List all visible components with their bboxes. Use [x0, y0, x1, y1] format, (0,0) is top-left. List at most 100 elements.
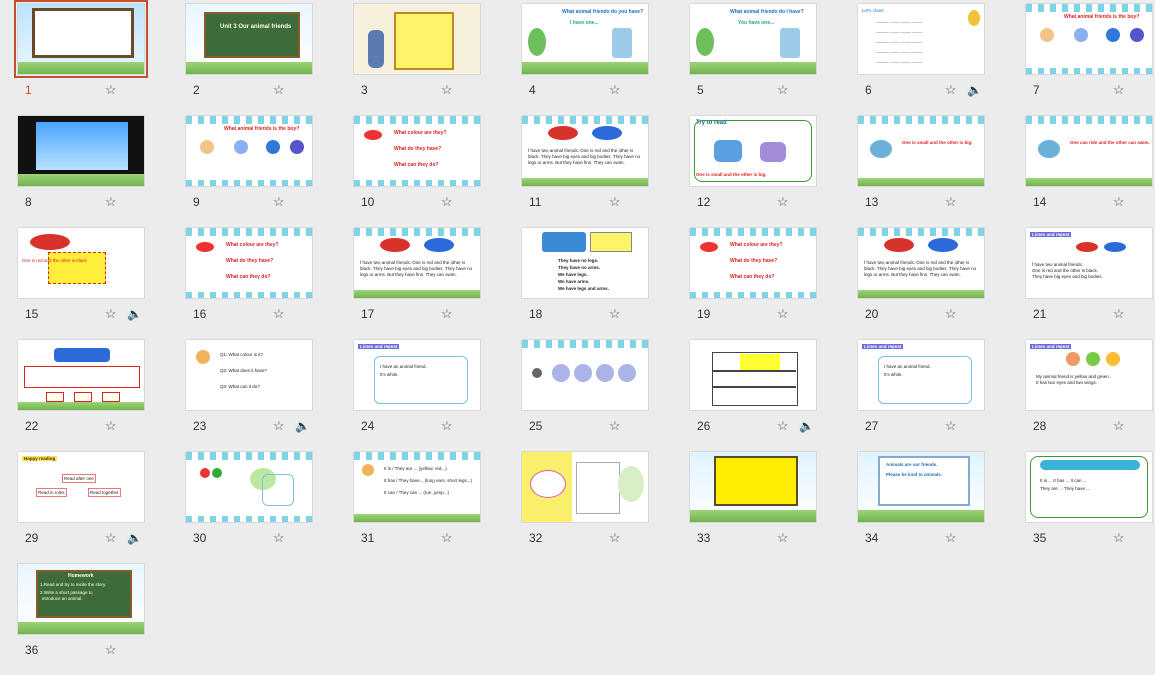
- star-icon[interactable]: ☆: [1113, 83, 1125, 97]
- slide-preview[interactable]: Animals are our friends. Please be kind t…: [857, 451, 985, 523]
- slide-thumbnail-28[interactable]: Listen and repeat My animal friend is yel…: [1025, 339, 1153, 451]
- star-icon[interactable]: ☆: [777, 195, 789, 209]
- slide-thumbnail-24[interactable]: Listen and repeat I have an animal friend…: [353, 339, 481, 451]
- star-icon[interactable]: ☆: [105, 307, 117, 321]
- star-icon[interactable]: ☆: [105, 643, 117, 657]
- star-icon[interactable]: ☆: [1113, 531, 1125, 545]
- slide-preview[interactable]: One is red and the other is black: [17, 227, 145, 299]
- slide-preview[interactable]: What colour are they? What do they have? W…: [185, 227, 313, 299]
- speaker-icon[interactable]: 🔈: [127, 307, 142, 321]
- slide-preview[interactable]: One can ride and the other can swim.: [1025, 115, 1153, 187]
- slide-preview[interactable]: [521, 451, 649, 523]
- star-icon[interactable]: ☆: [945, 307, 957, 321]
- star-icon[interactable]: ☆: [777, 307, 789, 321]
- slide-preview[interactable]: [689, 339, 817, 411]
- slide-thumbnail-4[interactable]: What animal friends do you have? I have o…: [521, 3, 649, 115]
- slide-preview[interactable]: It is / They are ... (yellow, red...) It …: [353, 451, 481, 523]
- star-icon[interactable]: ☆: [777, 83, 789, 97]
- slide-thumbnail-5[interactable]: What animal friends do I have? You have o…: [689, 3, 817, 115]
- slide-thumbnail-23[interactable]: Q1: What colour is it? Q2: What does it h…: [185, 339, 313, 451]
- slide-preview[interactable]: [689, 451, 817, 523]
- slide-thumbnail-15[interactable]: One is red and the other is black 15 ☆ 🔈: [17, 227, 145, 339]
- slide-preview[interactable]: Let's chant _____ ____ ____ ____ _____ ___…: [857, 3, 985, 75]
- slide-thumbnail-16[interactable]: What colour are they? What do they have? W…: [185, 227, 313, 339]
- star-icon[interactable]: ☆: [609, 83, 621, 97]
- star-icon[interactable]: ☆: [1113, 419, 1125, 433]
- slide-thumbnail-20[interactable]: f have two animal friends. One is red an…: [857, 227, 985, 339]
- slide-thumbnail-32[interactable]: 32 ☆: [521, 451, 649, 563]
- slide-preview[interactable]: [17, 115, 145, 187]
- slide-thumbnail-11[interactable]: f have two animal friends. One is red an…: [521, 115, 649, 227]
- star-icon[interactable]: ☆: [273, 419, 285, 433]
- slide-preview[interactable]: It is ... It has ... It can ... They are …: [1025, 451, 1153, 523]
- slide-preview[interactable]: f have two animal friends. One is red an…: [521, 115, 649, 187]
- slide-preview[interactable]: Listen and repeat I have an animal friend…: [353, 339, 481, 411]
- star-icon[interactable]: ☆: [777, 419, 789, 433]
- slide-preview[interactable]: One is small and the other is big.: [857, 115, 985, 187]
- slide-thumbnail-2[interactable]: Unit 3 Our animal friends 2 ☆: [185, 3, 313, 115]
- slide-thumbnail-19[interactable]: What colour are they? What do they have? W…: [689, 227, 817, 339]
- slide-thumbnail-25[interactable]: 25 ☆: [521, 339, 649, 451]
- star-icon[interactable]: ☆: [273, 307, 285, 321]
- slide-thumbnail-9[interactable]: What animal friends is the boy? 9 ☆: [185, 115, 313, 227]
- slide-preview[interactable]: [521, 339, 649, 411]
- slide-thumbnail-10[interactable]: What colour are they? What do they have? W…: [353, 115, 481, 227]
- slide-thumbnail-26[interactable]: 26 ☆ 🔈: [689, 339, 817, 451]
- slide-thumbnail-22[interactable]: 22 ☆: [17, 339, 145, 451]
- slide-thumbnail-1[interactable]: 1 ☆: [14, 0, 148, 115]
- slide-thumbnail-8[interactable]: 8 ☆: [17, 115, 145, 227]
- star-icon[interactable]: ☆: [441, 419, 453, 433]
- slide-thumbnail-36[interactable]: Homework 1.Read and try to recite the sto…: [17, 563, 145, 675]
- slide-thumbnail-34[interactable]: Animals are our friends. Please be kind t…: [857, 451, 985, 563]
- slide-preview[interactable]: Homework 1.Read and try to recite the sto…: [17, 563, 145, 635]
- star-icon[interactable]: ☆: [441, 195, 453, 209]
- slide-preview[interactable]: Listen and repeat f have two animal frien…: [1025, 227, 1153, 299]
- slide-thumbnail-7[interactable]: What animal friends is the boy? 7 ☆: [1025, 3, 1153, 115]
- star-icon[interactable]: ☆: [945, 83, 957, 97]
- star-icon[interactable]: ☆: [273, 195, 285, 209]
- star-icon[interactable]: ☆: [945, 419, 957, 433]
- speaker-icon[interactable]: 🔈: [799, 419, 814, 433]
- slide-preview[interactable]: Unit 3 Our animal friends: [185, 3, 313, 75]
- slide-thumbnail-3[interactable]: 3 ☆: [353, 3, 481, 115]
- slide-thumbnail-13[interactable]: One is small and the other is big. 13 ☆: [857, 115, 985, 227]
- slide-thumbnail-33[interactable]: 33 ☆: [689, 451, 817, 563]
- star-icon[interactable]: ☆: [609, 531, 621, 545]
- slide-preview[interactable]: [353, 3, 481, 75]
- slide-preview[interactable]: [17, 339, 145, 411]
- slide-thumbnail-27[interactable]: Listen and repeat I have an animal friend…: [857, 339, 985, 451]
- slide-thumbnail-30[interactable]: 30 ☆: [185, 451, 313, 563]
- slide-preview[interactable]: Listen and repeat My animal friend is yel…: [1025, 339, 1153, 411]
- star-icon[interactable]: ☆: [777, 531, 789, 545]
- star-icon[interactable]: ☆: [273, 531, 285, 545]
- slide-preview[interactable]: f have two animal friends. One is red an…: [857, 227, 985, 299]
- slide-thumbnail-17[interactable]: f have two animal friends. One is red an…: [353, 227, 481, 339]
- slide-preview[interactable]: Try to read One is small and the other is…: [689, 115, 817, 187]
- slide-thumbnail-6[interactable]: Let's chant _____ ____ ____ ____ _____ ___…: [857, 3, 985, 115]
- slide-thumbnail-31[interactable]: It is / They are ... (yellow, red...) It …: [353, 451, 481, 563]
- star-icon[interactable]: ☆: [441, 83, 453, 97]
- slide-preview[interactable]: What animal friends is the boy?: [1025, 3, 1153, 75]
- slide-preview[interactable]: Happy reading Read after one Read in roles…: [17, 451, 145, 523]
- slide-thumbnail-12[interactable]: Try to read One is small and the other is…: [689, 115, 817, 227]
- slide-preview[interactable]: They have no legs. They have no arms. We h…: [521, 227, 649, 299]
- speaker-icon[interactable]: 🔈: [967, 83, 982, 97]
- slide-preview[interactable]: [14, 0, 148, 78]
- slide-thumbnail-35[interactable]: It is ... It has ... It can ... They are …: [1025, 451, 1153, 563]
- slide-preview[interactable]: Q1: What colour is it? Q2: What does it h…: [185, 339, 313, 411]
- slide-thumbnail-21[interactable]: Listen and repeat f have two animal frien…: [1025, 227, 1153, 339]
- star-icon[interactable]: ☆: [105, 195, 117, 209]
- star-icon[interactable]: ☆: [105, 83, 117, 97]
- star-icon[interactable]: ☆: [441, 307, 453, 321]
- slide-preview[interactable]: What animal friends do I have? You have o…: [689, 3, 817, 75]
- star-icon[interactable]: ☆: [609, 419, 621, 433]
- speaker-icon[interactable]: 🔈: [127, 531, 142, 545]
- star-icon[interactable]: ☆: [273, 83, 285, 97]
- slide-thumbnail-29[interactable]: Happy reading Read after one Read in roles…: [17, 451, 145, 563]
- star-icon[interactable]: ☆: [945, 531, 957, 545]
- slide-thumbnail-18[interactable]: They have no legs. They have no arms. We h…: [521, 227, 649, 339]
- slide-thumbnail-14[interactable]: One can ride and the other can swim. 14 …: [1025, 115, 1153, 227]
- star-icon[interactable]: ☆: [441, 531, 453, 545]
- slide-preview[interactable]: [185, 451, 313, 523]
- star-icon[interactable]: ☆: [945, 195, 957, 209]
